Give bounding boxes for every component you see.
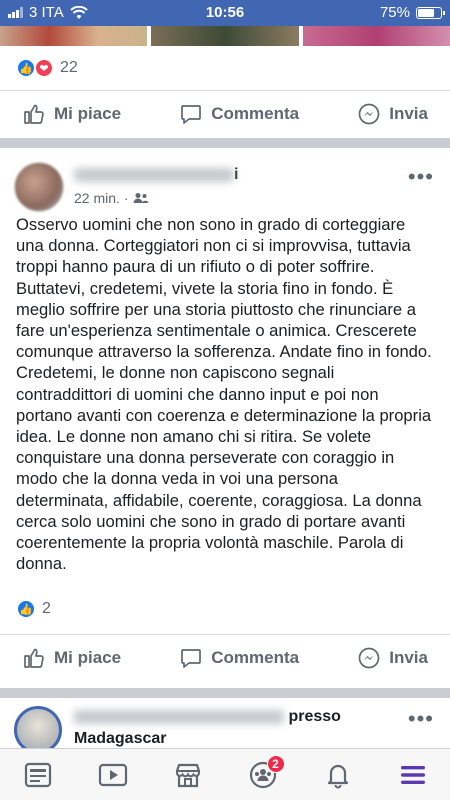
watch-video-icon (98, 763, 127, 786)
like-reaction-icon: 👍 (16, 58, 36, 78)
tab-groups[interactable]: 2 (241, 753, 285, 797)
post-header: i 22 min. · ••• (0, 148, 450, 214)
reactions-summary[interactable]: 👍 ❤ 22 (0, 46, 450, 90)
author-avatar[interactable] (14, 162, 64, 212)
tab-menu[interactable] (391, 753, 435, 797)
post-actions: Mi piace Commenta Invia (0, 90, 450, 136)
menu-icon (400, 765, 425, 784)
author-name[interactable]: i (74, 166, 238, 184)
post-time[interactable]: 22 min. (74, 190, 120, 206)
like-button[interactable]: Mi piace (22, 102, 121, 126)
marketplace-icon (175, 763, 200, 787)
like-button[interactable]: Mi piace (22, 646, 121, 670)
battery-percent: 75% (379, 4, 410, 21)
share-button[interactable]: Invia (357, 646, 428, 670)
group-privacy-icon (133, 193, 149, 203)
feed-divider (0, 138, 450, 148)
share-button[interactable]: Invia (357, 102, 428, 126)
comment-button[interactable]: Commenta (179, 102, 299, 126)
next-post-header: presso Madagascar ••• (0, 698, 450, 754)
next-post-location[interactable]: Madagascar (74, 730, 167, 748)
bell-icon (327, 764, 348, 788)
tab-news-feed[interactable] (16, 753, 60, 797)
love-reaction-icon: ❤ (34, 58, 54, 78)
reaction-count: 22 (60, 59, 78, 76)
tab-notifications[interactable] (316, 753, 360, 797)
post-actions: Mi piace Commenta Invia (0, 634, 450, 680)
next-post-title[interactable]: presso (74, 708, 341, 726)
next-author-avatar[interactable] (14, 706, 62, 754)
thumbs-up-icon (24, 104, 44, 124)
thumbs-up-icon (24, 648, 44, 668)
comment-icon (181, 104, 202, 124)
post-card: i 22 min. · ••• Osservo uomini che non s… (0, 148, 450, 688)
reaction-count: 2 (42, 600, 51, 617)
previous-post-photos[interactable] (0, 26, 450, 46)
feed-divider (0, 688, 450, 698)
previous-post-footer: 👍 ❤ 22 Mi piace Commenta Invia (0, 46, 450, 138)
more-options-icon[interactable]: ••• (408, 708, 434, 730)
post-meta: 22 min. · (74, 190, 149, 206)
messenger-icon (358, 103, 380, 124)
tab-marketplace[interactable] (166, 753, 210, 797)
bottom-tab-bar: 2 (0, 748, 450, 800)
like-reaction-icon: 👍 (16, 599, 36, 619)
post-body: Osservo uomini che non sono in grado di … (16, 215, 432, 574)
comment-icon (181, 648, 202, 668)
notification-badge: 2 (266, 754, 285, 773)
news-feed-icon (24, 762, 51, 787)
status-bar: 3 ITA 10:56 75% (0, 0, 450, 26)
comment-button[interactable]: Commenta (179, 646, 299, 670)
battery-icon (416, 6, 445, 19)
tab-watch[interactable] (91, 753, 135, 797)
messenger-icon (358, 647, 380, 668)
more-options-icon[interactable]: ••• (408, 166, 434, 188)
reactions-summary[interactable]: 👍 2 (0, 594, 67, 624)
